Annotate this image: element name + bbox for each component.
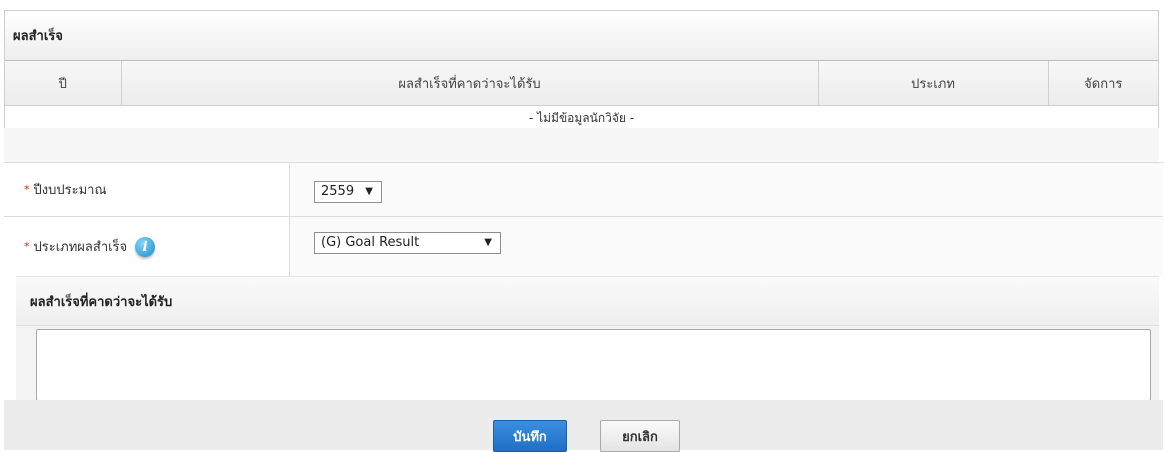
save-button[interactable]: บันทึก (493, 420, 567, 452)
result-type-value-cell: (G) Goal Result ▼ (290, 217, 1163, 276)
budget-year-label: ปีงบประมาณ (33, 183, 107, 198)
cancel-button[interactable]: ยกเลิก (600, 420, 680, 452)
results-table: ปี ผลสำเร็จที่คาดว่าจะได้รับ ประเภท จัดก… (5, 61, 1158, 130)
expected-result-section: ผลสำเร็จที่คาดว่าจะได้รับ (16, 276, 1159, 401)
form-row-result-type: * ประเภทผลสำเร็จ i (G) Goal Result ▼ (4, 216, 1163, 276)
result-type-select[interactable]: (G) Goal Result ▼ (314, 231, 501, 254)
budget-year-value: 2559 (321, 184, 355, 199)
panel-title: ผลสำเร็จ (5, 11, 1158, 61)
info-icon[interactable]: i (135, 236, 156, 257)
result-type-label-cell: * ประเภทผลสำเร็จ i (4, 217, 290, 276)
column-header-type[interactable]: ประเภท (818, 61, 1049, 106)
result-type-value: (G) Goal Result (321, 235, 420, 250)
expected-result-heading: ผลสำเร็จที่คาดว่าจะได้รับ (16, 277, 1159, 326)
results-panel: ผลสำเร็จ ปี ผลสำเร็จที่คาดว่าจะได้รับ ปร… (4, 10, 1159, 130)
budget-year-label-cell: * ปีงบประมาณ (4, 163, 290, 216)
empty-message: - ไม่มีข้อมูลนักวิจัย - (5, 105, 1158, 130)
chevron-down-icon: ▼ (365, 186, 373, 197)
budget-year-select[interactable]: 2559 ▼ (314, 180, 382, 203)
required-marker: * (24, 183, 30, 196)
table-row: - ไม่มีข้อมูลนักวิจัย - (5, 105, 1158, 130)
result-type-label: ประเภทผลสำเร็จ (33, 240, 128, 255)
column-header-year[interactable]: ปี (5, 61, 122, 106)
expected-result-textarea[interactable] (36, 329, 1151, 401)
section-divider (4, 128, 1159, 162)
column-header-expected-result[interactable]: ผลสำเร็จที่คาดว่าจะได้รับ (121, 61, 819, 106)
column-header-manage[interactable]: จัดการ (1048, 61, 1158, 106)
required-marker: * (24, 240, 30, 253)
budget-year-value-cell: 2559 ▼ (290, 163, 1163, 216)
form-footer (4, 400, 1163, 450)
form-row-budget-year: * ปีงบประมาณ 2559 ▼ (4, 162, 1163, 216)
chevron-down-icon: ▼ (484, 237, 492, 248)
table-header-row: ปี ผลสำเร็จที่คาดว่าจะได้รับ ประเภท จัดก… (5, 61, 1158, 106)
